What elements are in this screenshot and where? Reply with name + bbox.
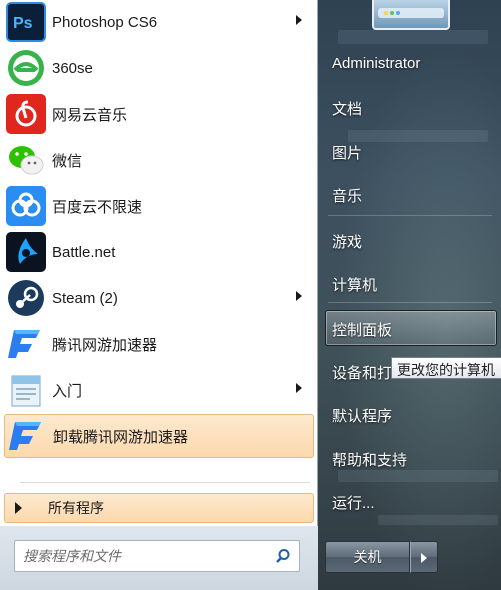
games-link[interactable]: 游戏 — [332, 231, 362, 252]
user-name-link[interactable]: Administrator — [332, 55, 420, 72]
search-box[interactable] — [14, 540, 300, 572]
arrow-right-icon — [15, 502, 22, 514]
getting-started-icon — [6, 370, 46, 410]
360se-icon — [6, 48, 46, 88]
program-item-getting-started[interactable]: 入门 — [4, 368, 314, 412]
control-panel-link[interactable]: 控制面板 — [332, 319, 392, 340]
devices-printers-link[interactable]: 设备和打 — [332, 362, 392, 383]
program-item-steam[interactable]: Steam (2) — [4, 276, 314, 320]
arrow-right-icon — [421, 553, 427, 563]
program-item-wechat[interactable]: 微信 — [4, 138, 314, 182]
background-decoration — [348, 130, 488, 142]
default-programs-link[interactable]: 默认程序 — [332, 405, 392, 426]
tooltip: 更改您的计算机 — [391, 357, 501, 379]
steam-icon — [6, 278, 46, 318]
search-area — [0, 526, 318, 590]
baidu-cloud-icon — [6, 186, 46, 226]
program-item-netease-music[interactable]: 网易云音乐 — [4, 92, 314, 136]
computer-link[interactable]: 计算机 — [332, 274, 377, 295]
programs-pane: Ps Photoshop CS6 360se 网易云音乐 微信 百度云不限速 B… — [0, 0, 318, 590]
shutdown-options-button[interactable] — [410, 541, 438, 573]
help-support-link[interactable]: 帮助和支持 — [332, 449, 407, 470]
tencent-accelerator-icon — [6, 324, 46, 364]
battlenet-icon — [6, 232, 46, 272]
all-programs-button[interactable]: 所有程序 — [4, 493, 314, 523]
program-label: 微信 — [52, 152, 83, 170]
program-label: Photoshop CS6 — [52, 13, 158, 31]
user-picture[interactable] — [372, 0, 450, 30]
search-icon[interactable] — [275, 548, 291, 569]
pictures-link[interactable]: 图片 — [332, 142, 362, 163]
program-item-battlenet[interactable]: Battle.net — [4, 230, 314, 274]
program-label: 360se — [52, 59, 93, 77]
wechat-icon — [6, 140, 46, 180]
places-pane: Administrator 文档 图片 音乐 游戏 计算机 控制面板 设备和打 … — [318, 0, 501, 590]
svg-text:Ps: Ps — [13, 15, 33, 32]
background-decoration — [378, 515, 498, 525]
program-item-baidu-cloud[interactable]: 百度云不限速 — [4, 184, 314, 228]
program-item-tencent-accelerator[interactable]: 腾讯网游加速器 — [4, 322, 314, 366]
tencent-accelerator-icon — [7, 416, 47, 456]
all-programs-label: 所有程序 — [48, 500, 104, 516]
documents-link[interactable]: 文档 — [332, 98, 362, 119]
program-label: Steam (2) — [52, 289, 118, 307]
run-link[interactable]: 运行... — [332, 492, 375, 513]
program-label: 入门 — [52, 382, 83, 400]
program-item-360se[interactable]: 360se — [4, 46, 314, 90]
program-item-photoshop[interactable]: Ps Photoshop CS6 — [4, 0, 314, 44]
divider — [328, 302, 492, 303]
divider — [20, 482, 310, 483]
program-label: 腾讯网游加速器 — [52, 336, 158, 354]
search-input[interactable] — [15, 548, 265, 564]
music-link[interactable]: 音乐 — [332, 185, 362, 206]
program-label: 百度云不限速 — [52, 198, 143, 216]
background-decoration — [338, 30, 488, 44]
program-label: 卸载腾讯网游加速器 — [53, 428, 189, 446]
photoshop-icon: Ps — [6, 2, 46, 42]
background-decoration — [338, 470, 498, 482]
submenu-arrow-icon[interactable] — [296, 383, 302, 393]
netease-music-icon — [6, 94, 46, 134]
submenu-arrow-icon[interactable] — [296, 291, 302, 301]
submenu-arrow-icon[interactable] — [296, 15, 302, 25]
program-label: Battle.net — [52, 243, 116, 261]
shutdown-button[interactable]: 关机 — [325, 541, 410, 573]
program-item-uninstall-tencent-accelerator[interactable]: 卸载腾讯网游加速器 — [4, 414, 314, 458]
program-label: 网易云音乐 — [52, 106, 128, 124]
divider — [328, 215, 492, 216]
